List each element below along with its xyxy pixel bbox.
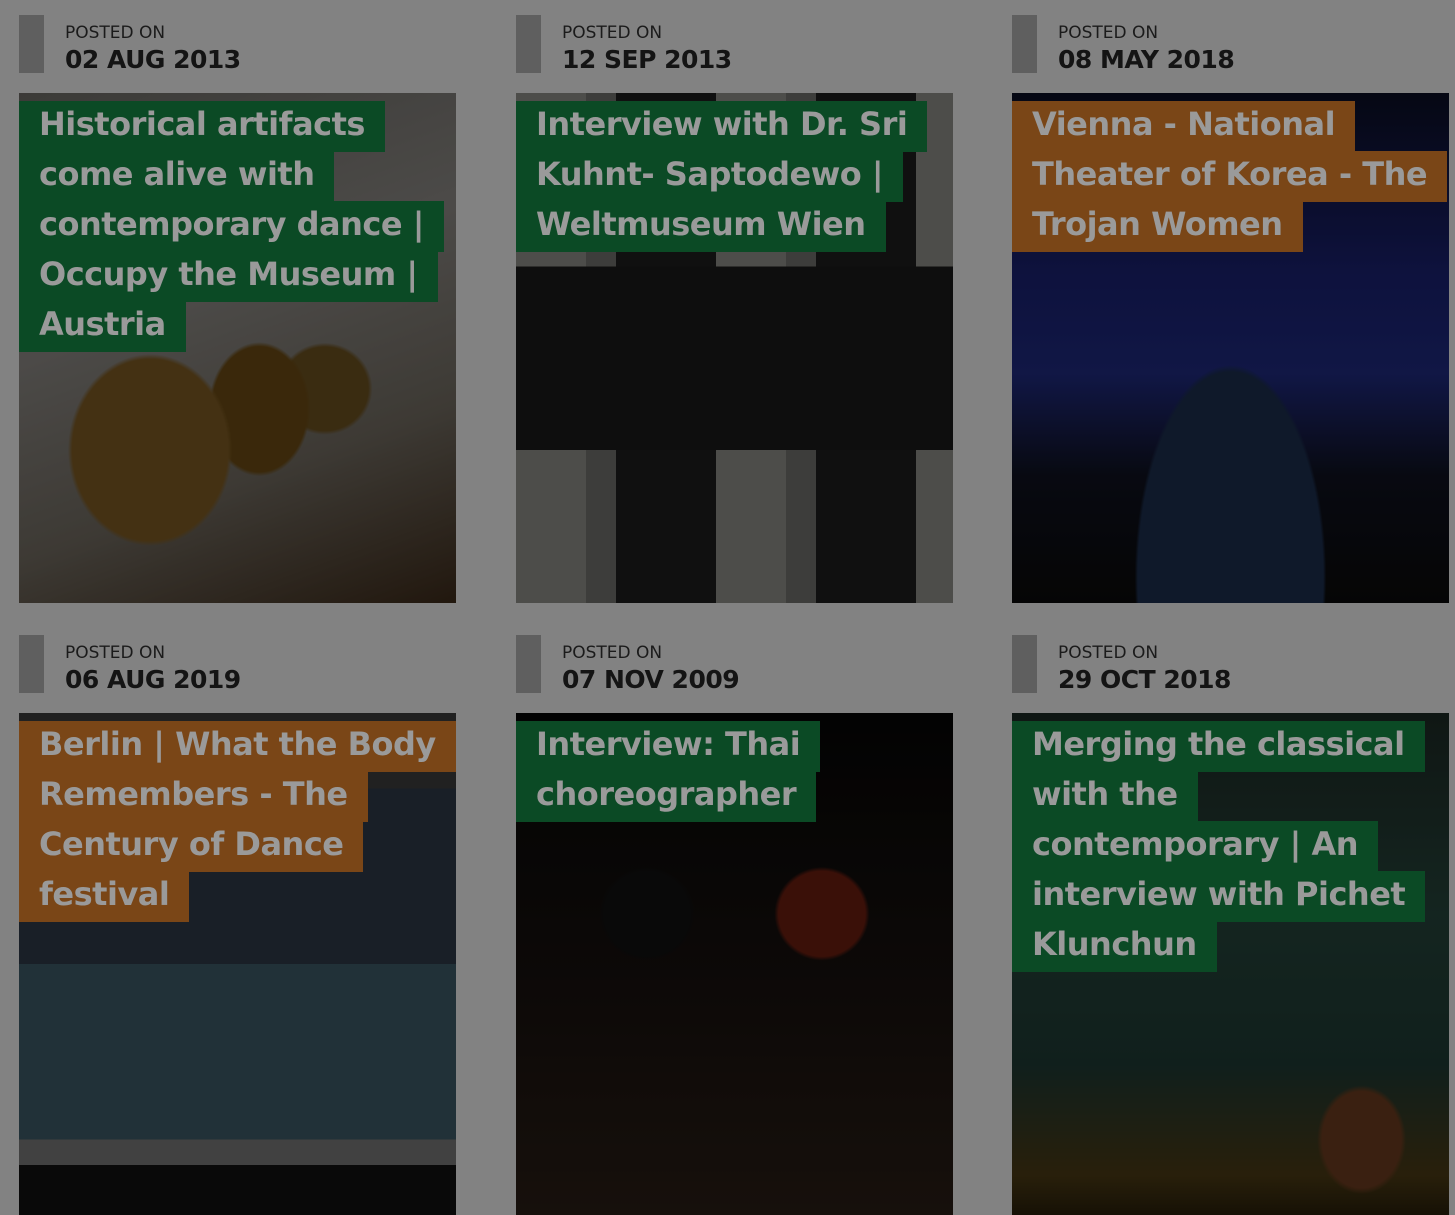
post-date-block: POSTED ON 08 MAY 2018 [1012,0,1449,74]
posted-on-label: POSTED ON [65,23,166,43]
post-date-block: POSTED ON 29 OCT 2018 [1012,620,1449,694]
posted-on-label: POSTED ON [1058,23,1159,43]
post-title[interactable]: Interview: Thai choreographer [516,719,936,822]
post-date: 02 AUG 2013 [65,45,241,74]
posted-on-label: POSTED ON [1058,643,1159,663]
posted-on-label: POSTED ON [65,643,166,663]
post-date: 29 OCT 2018 [1058,665,1231,694]
posted-on-label: POSTED ON [562,643,663,663]
post-title[interactable]: Interview with Dr. Sri Kuhnt- Saptodewo … [516,99,936,252]
date-accent-bar [1012,635,1037,693]
post-date-block: POSTED ON 02 AUG 2013 [19,0,456,74]
post-date: 06 AUG 2019 [65,665,241,694]
post-date-block: POSTED ON 06 AUG 2019 [19,620,456,694]
posted-on-label: POSTED ON [562,23,663,43]
post-thumbnail-link[interactable]: Berlin | What the Body Remembers - The C… [19,713,456,1215]
date-accent-bar [516,635,541,693]
post-thumbnail-link[interactable]: Interview with Dr. Sri Kuhnt- Saptodewo … [516,93,953,603]
post-date: 07 NOV 2009 [562,665,740,694]
post-title[interactable]: Vienna - National Theater of Korea - The… [1012,99,1448,252]
post-date-block: POSTED ON 12 SEP 2013 [516,0,953,74]
post-date: 08 MAY 2018 [1058,45,1235,74]
post-title[interactable]: Berlin | What the Body Remembers - The C… [19,719,456,922]
post-title[interactable]: Merging the classical with the contempor… [1012,719,1432,972]
post-date-block: POSTED ON 07 NOV 2009 [516,620,953,694]
date-accent-bar [19,15,44,73]
post-thumbnail-link[interactable]: Vienna - National Theater of Korea - The… [1012,93,1449,603]
post-thumbnail-link[interactable]: Interview: Thai choreographer [516,713,953,1215]
date-accent-bar [19,635,44,693]
post-thumbnail-link[interactable]: Merging the classical with the contempor… [1012,713,1449,1215]
post-date: 12 SEP 2013 [562,45,732,74]
date-accent-bar [1012,15,1037,73]
post-thumbnail-link[interactable]: Historical artifacts come alive with con… [19,93,456,603]
date-accent-bar [516,15,541,73]
post-title[interactable]: Historical artifacts come alive with con… [19,99,444,352]
